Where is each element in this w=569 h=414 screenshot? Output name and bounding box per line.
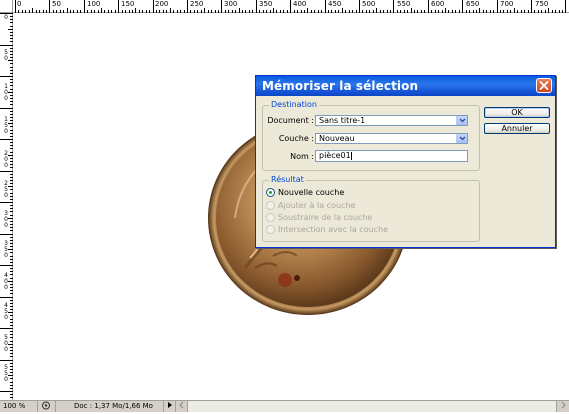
proof-button[interactable] bbox=[38, 401, 56, 412]
ruler-ticks-top bbox=[15, 0, 566, 13]
save-selection-dialog: Mémoriser la sélection Destination Docum… bbox=[255, 75, 556, 248]
horizontal-scrollbar-track[interactable] bbox=[188, 401, 557, 412]
document-label: Document : bbox=[267, 116, 314, 125]
destination-legend: Destination bbox=[271, 100, 317, 109]
ruler-label: 100 bbox=[87, 0, 101, 8]
ruler-label: 150 bbox=[121, 0, 135, 8]
ruler-label: 200 bbox=[4, 150, 8, 169]
ruler-label: 350 bbox=[259, 0, 273, 8]
radio-label: Intersection avec la couche bbox=[278, 225, 389, 234]
dropdown-button[interactable] bbox=[456, 134, 467, 143]
ruler-label: 450 bbox=[4, 302, 8, 321]
ruler-label: 200 bbox=[155, 0, 169, 8]
scroll-left-icon bbox=[179, 401, 185, 411]
status-menu-button[interactable] bbox=[164, 401, 176, 412]
document-size-text: Doc : 1,37 Mo/1,66 Mo bbox=[74, 402, 153, 410]
close-icon bbox=[539, 81, 549, 90]
ruler-label: 750 bbox=[535, 0, 549, 8]
radio-button[interactable] bbox=[266, 213, 275, 222]
ruler-label: 50 bbox=[4, 49, 8, 62]
chevron-down-icon bbox=[459, 136, 466, 141]
ruler-label: 50 bbox=[52, 0, 61, 8]
zoom-value: 100 % bbox=[3, 402, 26, 410]
close-button[interactable] bbox=[536, 78, 552, 93]
ruler-label: 350 bbox=[4, 240, 8, 259]
ruler-label: 400 bbox=[4, 272, 8, 291]
document-select[interactable]: Sans titre-1 bbox=[315, 115, 468, 126]
proof-icon bbox=[41, 401, 51, 412]
status-bar: 100 % Doc : 1,37 Mo/1,66 Mo bbox=[0, 400, 569, 412]
channel-label: Couche : bbox=[278, 134, 314, 143]
horizontal-ruler[interactable]: 0 50 100 150 200 250 300 350 400 450 500… bbox=[0, 0, 569, 13]
dialog-titlebar[interactable]: Mémoriser la sélection bbox=[256, 76, 555, 96]
chevron-down-icon bbox=[459, 118, 466, 123]
ok-button[interactable]: OK bbox=[484, 107, 550, 118]
dialog-title: Mémoriser la sélection bbox=[262, 79, 419, 93]
ruler-label: 100 bbox=[4, 83, 8, 102]
ruler-label: 250 bbox=[4, 180, 8, 199]
channel-select[interactable]: Nouveau bbox=[315, 133, 468, 144]
play-arrow-icon bbox=[167, 402, 173, 411]
radio-label: Nouvelle couche bbox=[278, 188, 345, 197]
radio-button[interactable] bbox=[266, 188, 275, 197]
name-input[interactable]: pièce01 bbox=[315, 150, 468, 162]
radio-label: Ajouter à la couche bbox=[278, 201, 356, 210]
ruler-label: 150 bbox=[4, 116, 8, 135]
name-label: Nom : bbox=[290, 152, 314, 161]
dropdown-button[interactable] bbox=[456, 116, 467, 125]
ruler-label: 400 bbox=[293, 0, 307, 8]
ruler-label: 550 bbox=[4, 364, 8, 383]
ruler-label: 300 bbox=[224, 0, 238, 8]
ruler-label: 0 bbox=[4, 14, 8, 21]
radio-button[interactable] bbox=[266, 225, 275, 234]
ruler-label: 450 bbox=[328, 0, 342, 8]
ruler-label: 0 bbox=[17, 0, 22, 8]
document-info: Doc : 1,37 Mo/1,66 Mo bbox=[56, 401, 164, 412]
scroll-left-button[interactable] bbox=[176, 401, 188, 412]
scroll-right-button[interactable] bbox=[557, 401, 569, 412]
channel-select-value: Nouveau bbox=[319, 134, 355, 143]
scroll-right-icon bbox=[560, 401, 566, 411]
zoom-field[interactable]: 100 % bbox=[0, 401, 38, 412]
ruler-label: 250 bbox=[190, 0, 204, 8]
radio-label: Soustraire de la couche bbox=[278, 213, 373, 222]
radio-button[interactable] bbox=[266, 201, 275, 210]
ruler-label: 700 bbox=[500, 0, 514, 8]
name-input-value: pièce01 bbox=[319, 151, 351, 160]
ruler-label: 550 bbox=[397, 0, 411, 8]
ruler-origin[interactable] bbox=[0, 0, 13, 13]
ruler-label: 650 bbox=[466, 0, 480, 8]
text-caret bbox=[350, 151, 352, 160]
ruler-label: 500 bbox=[4, 334, 8, 353]
vertical-ruler[interactable]: 0 50 100 150 200 250 300 350 400 450 500… bbox=[0, 13, 13, 400]
ruler-label: 500 bbox=[362, 0, 376, 8]
ruler-label: 600 bbox=[431, 0, 445, 8]
document-select-value: Sans titre-1 bbox=[319, 116, 366, 125]
radio-selected-dot bbox=[269, 191, 272, 194]
result-legend: Résultat bbox=[271, 175, 304, 184]
ruler-label: 300 bbox=[4, 210, 8, 229]
cancel-button[interactable]: Annuler bbox=[484, 123, 550, 134]
